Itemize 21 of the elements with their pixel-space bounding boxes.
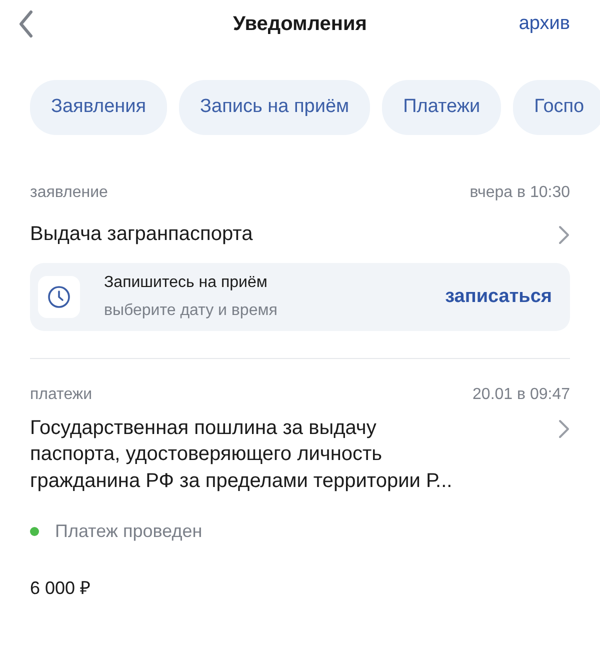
chevron-icon [558, 418, 570, 439]
page-title: Уведомления [233, 12, 367, 37]
chevron-icon [558, 224, 570, 244]
book-button[interactable]: записаться [445, 282, 552, 312]
card-title: Запишитесь на приём [104, 272, 268, 293]
notification-title[interactable]: Государственная пошлина за выдачу паспорта, удостоверяющего личность гражданина РФ за пределами территории Р... [30, 414, 452, 494]
archive-link[interactable]: архив [518, 10, 570, 38]
category-label: заявление [30, 182, 108, 202]
back-button[interactable] [18, 10, 34, 38]
timestamp: вчера в 10:30 [470, 182, 570, 202]
category-label: платежи [30, 384, 92, 405]
filter-chip[interactable]: Запись на приём [179, 80, 370, 134]
card-subtitle: выберите дату и время [104, 300, 278, 321]
payment-amount: 6 000 ₽ [30, 577, 92, 600]
filter-chip[interactable]: Госпо [513, 80, 600, 134]
status-text: Платеж проведен [55, 520, 202, 544]
filter-chip[interactable]: Заявления [30, 80, 168, 134]
timestamp: 20.01 в 09:47 [472, 384, 570, 405]
notification-title[interactable]: Выдача загранпаспорта [30, 220, 253, 247]
clock-icon [38, 276, 80, 318]
filter-chip[interactable]: Платежи [382, 80, 502, 134]
